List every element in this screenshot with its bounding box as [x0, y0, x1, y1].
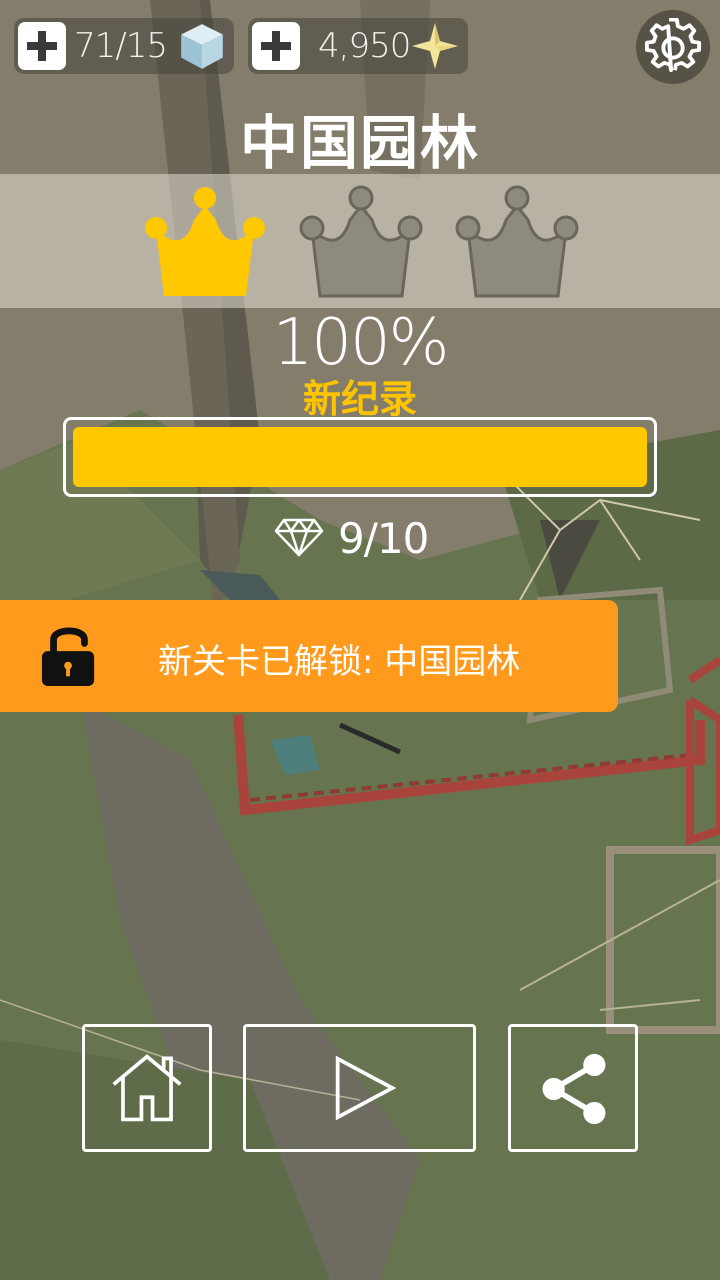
cubes-count: 71/15: [74, 26, 168, 66]
add-cubes-button[interactable]: [18, 22, 66, 70]
crown-icon-empty: [455, 185, 579, 298]
crown-icon-earned: [145, 187, 265, 296]
unlock-banner-text: 新关卡已解锁: 中国园林: [158, 642, 521, 682]
star-icon: [412, 23, 458, 69]
share-icon: [542, 1053, 606, 1125]
settings-button[interactable]: [636, 10, 710, 84]
stars-counter: 4,950: [248, 18, 468, 74]
progress-bar-fill: [73, 427, 647, 487]
crown-icon-empty: [299, 185, 423, 298]
level-title: 中国园林: [239, 109, 480, 177]
stars-count: 4,950: [318, 26, 411, 66]
unlocked-padlock-icon: [41, 627, 95, 686]
diamond-icon: [274, 518, 324, 557]
share-button[interactable]: [508, 1024, 638, 1152]
cube-icon: [181, 24, 223, 69]
add-stars-button[interactable]: [252, 22, 300, 70]
play-icon: [335, 1055, 397, 1121]
new-record-label: 新纪录: [302, 377, 417, 421]
home-icon: [112, 1054, 182, 1122]
home-button[interactable]: [82, 1024, 212, 1152]
gear-icon: [644, 18, 702, 73]
level-unlocked-banner: 新关卡已解锁: 中国园林: [0, 600, 618, 712]
progress-bar: [63, 417, 657, 497]
gems-count: 9/10: [338, 514, 429, 563]
cubes-counter: 71/15: [14, 18, 234, 74]
play-button[interactable]: [243, 1024, 476, 1152]
